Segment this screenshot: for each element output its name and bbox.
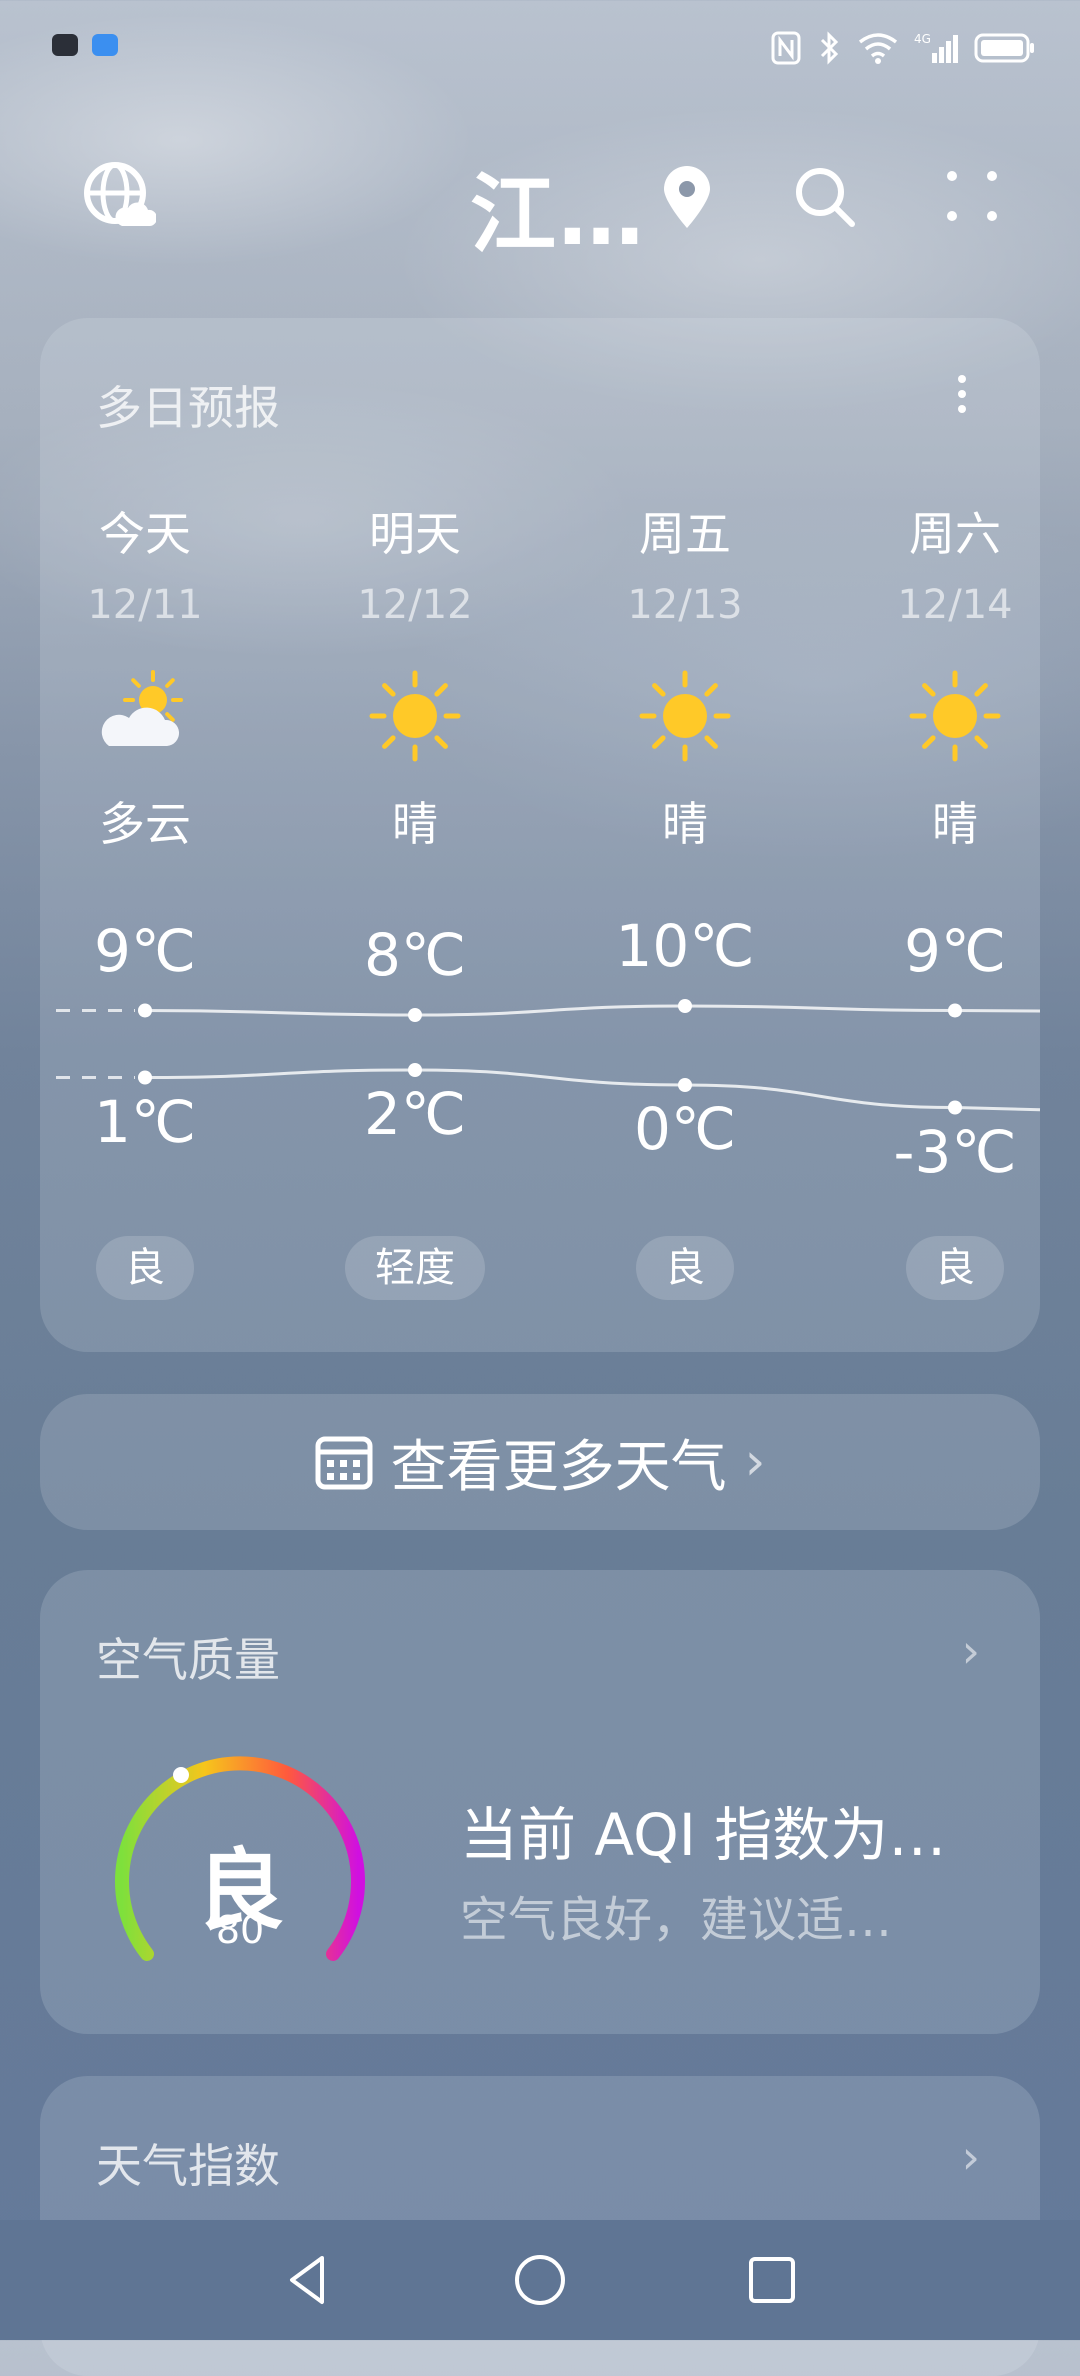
city-name[interactable]: 江…: [470, 144, 646, 269]
cellular-signal-icon: 4G: [914, 32, 958, 63]
air-quality-card[interactable]: 空气质量 › 良 80 当前 AQI 指数为… 空气良好，建议适…: [40, 1570, 1040, 2034]
svg-text:4G: 4G: [914, 32, 931, 46]
aqi-advice: 空气良好，建议适…: [460, 1892, 893, 1948]
wifi-icon: [858, 33, 898, 64]
system-status-icons: 4G: [770, 30, 1036, 66]
home-icon[interactable]: [510, 2250, 570, 2310]
day-date: 12/11: [87, 582, 203, 628]
nfc-icon: [771, 31, 801, 65]
day-date: 12/14: [897, 582, 1013, 628]
chevron-right-icon[interactable]: ›: [962, 2130, 980, 2184]
partly-cloudy-icon: [97, 668, 193, 764]
status-bar: 4G: [0, 0, 1080, 100]
sun-icon: [907, 668, 1003, 764]
battery-icon: [974, 33, 1034, 63]
search-icon[interactable]: [792, 164, 858, 230]
world-weather-icon[interactable]: [82, 160, 156, 234]
aqi-value: 80: [215, 1908, 265, 1952]
high-temp-label: 9℃: [903, 916, 1007, 985]
chevron-right-icon: ›: [744, 1432, 766, 1492]
recents-icon[interactable]: [742, 2250, 802, 2310]
day-condition: 晴: [932, 797, 978, 851]
day-name: 明天: [369, 507, 461, 561]
bluetooth-icon: [820, 31, 839, 65]
aqi-badge: 轻度: [345, 1236, 485, 1300]
app-header: 江…: [0, 140, 1080, 265]
day-condition: 晴: [662, 797, 708, 851]
app-notification-icon: [52, 34, 78, 56]
sun-icon: [637, 668, 733, 764]
low-temp-label: 0℃: [633, 1095, 737, 1163]
weather-index-title: 天气指数: [96, 2139, 280, 2193]
system-navigation-bar: [0, 2220, 1080, 2340]
chevron-right-icon[interactable]: ›: [962, 1624, 980, 1678]
location-pin-icon: [664, 166, 710, 228]
aqi-badge: 良: [636, 1236, 734, 1300]
aqi-badge: 良: [906, 1236, 1004, 1300]
air-quality-title: 空气质量: [96, 1633, 280, 1687]
day-name: 周五: [639, 507, 731, 561]
more-weather-button[interactable]: 查看更多天气 ›: [40, 1394, 1040, 1530]
day-date: 12/12: [357, 582, 473, 628]
more-options-icon[interactable]: [944, 168, 1000, 224]
aqi-headline: 当前 AQI 指数为…: [460, 1801, 947, 1869]
sun-icon: [367, 668, 463, 764]
low-temp-label: 1℃: [93, 1087, 197, 1156]
notification-icons: [52, 34, 118, 56]
low-temp-label: -3℃: [893, 1117, 1017, 1186]
day-name: 今天: [99, 507, 191, 561]
day-condition: 多云: [99, 797, 191, 851]
back-icon[interactable]: [278, 2250, 338, 2310]
high-temp-label: 8℃: [363, 921, 467, 989]
day-condition: 晴: [392, 797, 438, 851]
day-name: 周六: [909, 507, 1001, 561]
gauge-indicator: [173, 1767, 189, 1783]
app-notification-icon: [92, 34, 118, 56]
day-date: 12/13: [627, 582, 743, 628]
card-menu-icon[interactable]: [956, 374, 968, 414]
low-temp-label: 2℃: [363, 1080, 467, 1148]
forecast-title: 多日预报: [96, 381, 280, 435]
high-temp-label: 10℃: [615, 912, 755, 980]
aqi-badge: 良: [96, 1236, 194, 1300]
more-weather-label: 查看更多天气: [390, 1434, 727, 1500]
calendar-icon: [315, 1436, 373, 1490]
high-temp-label: 9℃: [93, 916, 197, 985]
